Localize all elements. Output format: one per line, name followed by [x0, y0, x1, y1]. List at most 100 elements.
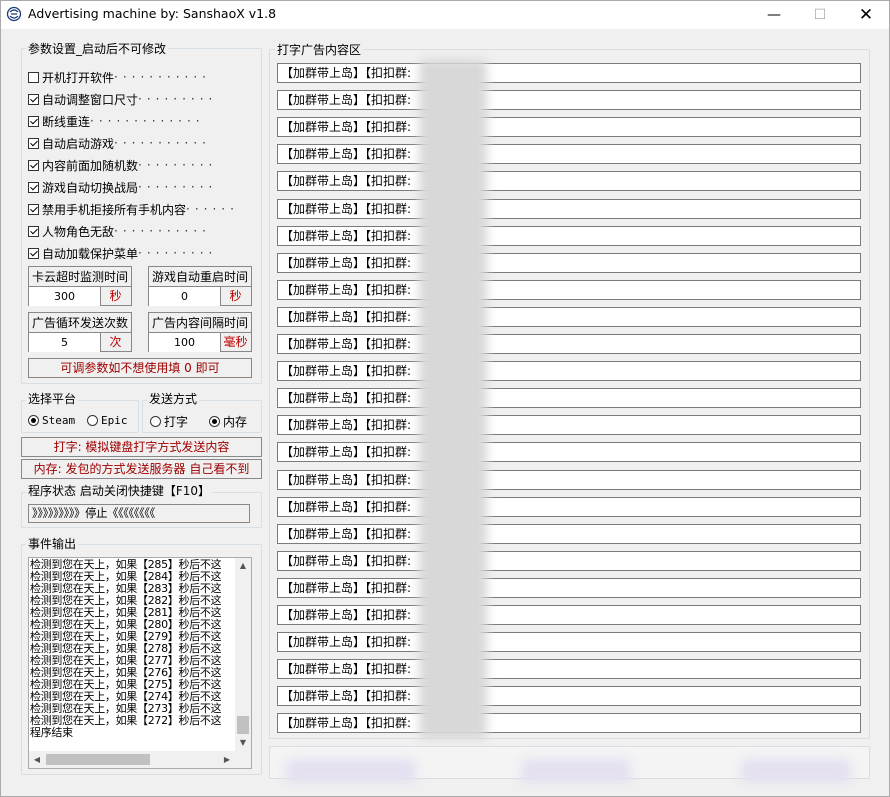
ad-content-input[interactable]: 【加群带上岛】【扣扣群: — [277, 117, 861, 138]
log-line: 程序结束 — [30, 726, 73, 739]
checkbox-box-icon[interactable] — [28, 181, 39, 193]
game-restart-label: 游戏自动重启时间 — [149, 267, 251, 287]
leader-dots: ········· — [138, 158, 218, 172]
ad-content-input[interactable]: 【加群带上岛】【扣扣群: — [277, 252, 861, 273]
checkbox-label: 内容前面加随机数 — [42, 158, 139, 173]
ad-content-input[interactable]: 【加群带上岛】【扣扣群: — [277, 171, 861, 192]
app-window: Advertising machine by: SanshaoX v1.8 — … — [0, 0, 890, 797]
checkbox-random-prefix[interactable]: 内容前面加随机数 ········· — [28, 156, 217, 174]
log-hscroll-thumb[interactable] — [46, 754, 150, 765]
ad-loop-count-label: 广告循环发送次数 — [29, 313, 131, 333]
ad-content-input[interactable]: 【加群带上岛】【扣扣群: — [277, 523, 861, 544]
ad-content-input[interactable]: 【加群带上岛】【扣扣群: — [277, 225, 861, 246]
ad-content-input[interactable]: 【加群带上岛】【扣扣群: — [277, 659, 861, 680]
ad-content-input[interactable]: 【加群带上岛】【扣扣群: — [277, 144, 861, 165]
radio-dot-icon — [87, 415, 98, 426]
ad-loop-count-field: 广告循环发送次数 5 次 — [28, 312, 132, 352]
scroll-up-icon[interactable]: ▲ — [235, 558, 251, 574]
checkbox-box-icon[interactable] — [28, 159, 39, 171]
checkbox-label: 人物角色无敌 — [42, 224, 115, 239]
close-button[interactable]: ✕ — [843, 1, 889, 29]
ad-content-input[interactable]: 【加群带上岛】【扣扣群: — [277, 469, 861, 490]
checkbox-label: 开机打开软件 — [42, 70, 115, 85]
ad-interval-field: 广告内容间隔时间 100 毫秒 — [148, 312, 252, 352]
platform-steam-radio[interactable]: Steam — [28, 414, 75, 427]
minimize-button[interactable]: — — [751, 1, 797, 29]
scroll-down-icon[interactable]: ▼ — [235, 735, 251, 751]
checkbox-auto-launch-game[interactable]: 自动启动游戏 ··········· — [28, 134, 211, 152]
status-group-label: 程序状态 启动关闭快捷键【F10】 — [26, 484, 212, 498]
ad-content-input[interactable]: 【加群带上岛】【扣扣群: — [277, 388, 861, 409]
platform-epic-label: Epic — [101, 414, 128, 427]
ad-loop-count-unit: 次 — [109, 335, 122, 349]
checkbox-box-icon[interactable] — [28, 203, 39, 215]
game-restart-input[interactable]: 0 — [149, 287, 221, 306]
ad-content-input[interactable]: 【加群带上岛】【扣扣群: — [277, 90, 861, 111]
ad-content-input[interactable]: 【加群带上岛】【扣扣群: — [277, 361, 861, 382]
redaction-blur — [521, 759, 631, 783]
ad-content-input[interactable]: 【加群带上岛】【扣扣群: — [277, 442, 861, 463]
maximize-button[interactable]: ☐ — [797, 1, 843, 29]
ad-content-input[interactable]: 【加群带上岛】【扣扣群: — [277, 306, 861, 327]
checkbox-auto-switch-session[interactable]: 游戏自动切换战局 ········· — [28, 178, 217, 196]
checkbox-reconnect[interactable]: 断线重连 ············· — [28, 112, 205, 130]
ad-content-input[interactable]: 【加群带上岛】【扣扣群: — [277, 334, 861, 354]
events-group-label: 事件输出 — [26, 537, 79, 551]
ad-content-input[interactable]: 【加群带上岛】【扣扣群: — [277, 605, 861, 625]
leader-dots: ······ — [186, 202, 239, 216]
log-vscroll-thumb[interactable] — [237, 716, 249, 734]
typing-hint: 打字: 模拟键盘打字方式发送内容 — [21, 437, 262, 457]
checkbox-god-mode[interactable]: 人物角色无敌 ··········· — [28, 222, 211, 240]
checkbox-autostart[interactable]: 开机打开软件 ··········· — [28, 68, 211, 86]
ad-content-input[interactable]: 【加群带上岛】【扣扣群: — [277, 279, 861, 300]
ad-content-input[interactable]: 【加群带上岛】【扣扣群: — [277, 63, 861, 83]
redaction-blur — [741, 759, 851, 783]
cloud-timeout-input[interactable]: 300 — [29, 287, 101, 306]
cloud-timeout-unit: 秒 — [109, 289, 122, 303]
checkbox-box-icon[interactable] — [28, 247, 39, 259]
log-hscrollbar[interactable]: ◀ ▶ — [29, 751, 235, 768]
ad-content-input[interactable]: 【加群带上岛】【扣扣群: — [277, 550, 861, 571]
checkbox-block-phone[interactable]: 禁用手机拒接所有手机内容 ······ — [28, 200, 239, 218]
send-typing-radio[interactable]: 打字 — [150, 413, 188, 430]
checkbox-label: 禁用手机拒接所有手机内容 — [42, 202, 187, 217]
game-restart-field: 游戏自动重启时间 0 秒 — [148, 266, 252, 306]
checkbox-label: 自动调整窗口尺寸 — [42, 92, 139, 107]
checkbox-box-icon[interactable] — [28, 71, 39, 83]
checkbox-box-icon[interactable] — [28, 115, 39, 127]
ad-content-input[interactable]: 【加群带上岛】【扣扣群: — [277, 496, 861, 517]
scroll-right-icon[interactable]: ▶ — [219, 751, 235, 768]
ad-content-input[interactable]: 【加群带上岛】【扣扣群: — [277, 686, 861, 707]
log-scroll-corner — [235, 751, 251, 768]
ad-content-input[interactable]: 【加群带上岛】【扣扣群: — [277, 198, 861, 219]
log-vscrollbar[interactable]: ▲ ▼ — [235, 558, 251, 751]
send-mode-group-label: 发送方式 — [147, 392, 200, 406]
event-log[interactable]: 检测到您在天上，如果【285】秒后不这 检测到您在天上，如果【284】秒后不这 检测… — [28, 557, 252, 769]
send-memory-radio[interactable]: 内存 — [209, 413, 247, 430]
leader-dots: ··········· — [114, 224, 211, 238]
radio-dot-icon — [209, 416, 220, 427]
scroll-left-icon[interactable]: ◀ — [29, 751, 45, 768]
checkbox-label: 游戏自动切换战局 — [42, 180, 139, 195]
checkbox-box-icon[interactable] — [28, 93, 39, 105]
checkbox-box-icon[interactable] — [28, 225, 39, 237]
checkbox-auto-resize[interactable]: 自动调整窗口尺寸 ········· — [28, 90, 217, 108]
redaction-blur — [286, 759, 416, 783]
ad-content-input[interactable]: 【加群带上岛】【扣扣群: — [277, 577, 861, 598]
title-bar[interactable]: Advertising machine by: SanshaoX v1.8 — … — [1, 1, 889, 29]
checkbox-protect-menu[interactable]: 自动加载保护菜单 ········· — [28, 244, 217, 262]
platform-epic-radio[interactable]: Epic — [87, 414, 128, 427]
status-display: 》》》》》》》》》停止《《《《《《《《 — [28, 504, 250, 523]
ad-loop-count-input[interactable]: 5 — [29, 333, 101, 352]
platform-steam-label: Steam — [42, 414, 76, 427]
game-restart-unit: 秒 — [229, 289, 242, 303]
ad-content-input[interactable]: 【加群带上岛】【扣扣群: — [277, 713, 861, 734]
checkbox-box-icon[interactable] — [28, 137, 39, 149]
leader-dots: ··········· — [114, 136, 211, 150]
ad-interval-input[interactable]: 100 — [149, 333, 221, 352]
leader-dots: ········· — [138, 92, 218, 106]
ads-group-label: 打字广告内容区 — [275, 43, 364, 57]
ad-content-input[interactable]: 【加群带上岛】【扣扣群: — [277, 632, 861, 653]
ad-content-input[interactable]: 【加群带上岛】【扣扣群: — [277, 415, 861, 436]
leader-dots: ··········· — [114, 70, 211, 84]
